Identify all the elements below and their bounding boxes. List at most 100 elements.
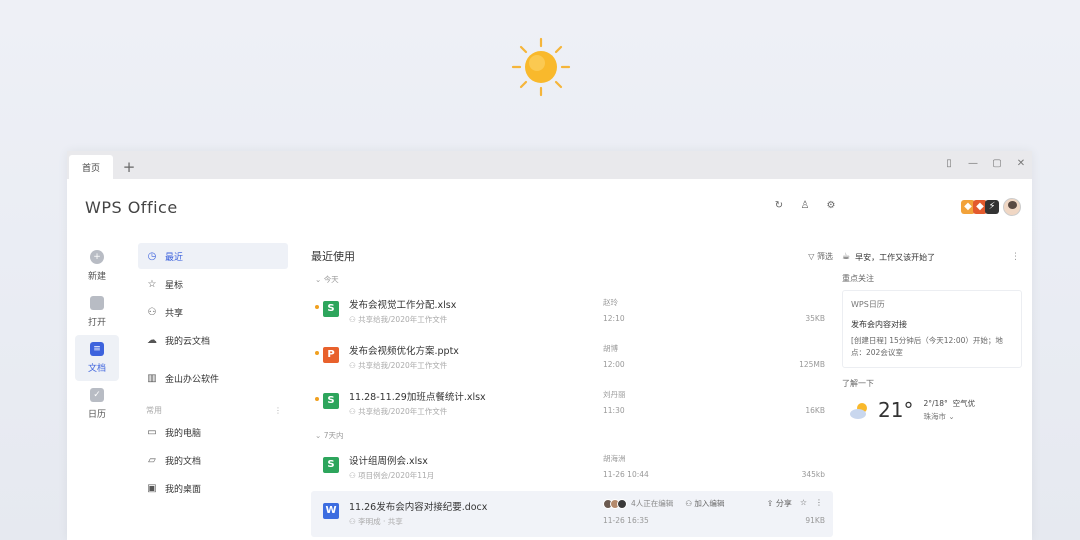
file-path: ⚇ 共享给我/2020年工作文件 bbox=[349, 360, 447, 371]
add-tab-button[interactable]: + bbox=[117, 155, 141, 179]
group-header-today[interactable]: ⌄ 今天 bbox=[311, 271, 833, 289]
file-time: 12:00 bbox=[603, 360, 625, 369]
star-icon[interactable]: ☆ bbox=[800, 498, 807, 509]
subnav-cloud[interactable]: ☁ 我的云文档 bbox=[138, 327, 288, 353]
subnav-my-computer[interactable]: ▭ 我的电脑 bbox=[138, 419, 288, 445]
share-icon: ⚇ bbox=[349, 517, 356, 526]
filter-button[interactable]: ▽ 筛选 bbox=[808, 243, 833, 271]
sidebar-toggle-icon[interactable]: ▯ bbox=[944, 156, 954, 172]
subnav-label: 最近 bbox=[165, 252, 184, 263]
page-title-text: 最近使用 bbox=[311, 250, 355, 263]
sync-icon[interactable]: ↻ bbox=[773, 200, 785, 212]
file-size: 345kb bbox=[801, 470, 825, 479]
greeting-bar: ☕ 早安，工作又该开始了 ⋮ bbox=[842, 243, 1022, 271]
file-size: 125MB bbox=[799, 360, 825, 369]
subnav-company[interactable]: ▥ 金山办公软件 bbox=[138, 365, 288, 391]
calendar-card[interactable]: WPS日历 发布会内容对接 [创建日程] 15分钟后（今天12:00）开始；地点… bbox=[842, 290, 1022, 368]
join-edit-label: 加入编辑 bbox=[694, 499, 725, 508]
join-edit-button[interactable]: ⚇ 加入编辑 bbox=[685, 498, 724, 509]
plus-circle-icon: + bbox=[90, 250, 104, 264]
subnav-label: 我的桌面 bbox=[165, 484, 202, 495]
unread-dot bbox=[315, 397, 319, 401]
file-name: 设计组周例会.xlsx bbox=[349, 456, 428, 467]
weather-widget[interactable]: 21° 2°/18° 空气优 珠海市 ⌄ bbox=[842, 397, 1022, 423]
subnav-shared[interactable]: ⚇ 共享 bbox=[138, 299, 288, 325]
minimize-icon[interactable]: — bbox=[968, 156, 978, 172]
share-icon: ⚇ bbox=[349, 471, 356, 480]
file-path: ⚇ 共享给我/2020年工作文件 bbox=[349, 314, 447, 325]
subnav-my-documents[interactable]: ▱ 我的文档 bbox=[138, 447, 288, 473]
header-tools: ↻ ♙ ⚙ bbox=[773, 200, 837, 212]
more-icon[interactable]: ⋮ bbox=[815, 498, 823, 509]
file-size: 35KB bbox=[805, 314, 825, 323]
file-name: 发布会视频优化方案.pptx bbox=[349, 346, 459, 357]
weather-temperature: 21° bbox=[878, 398, 914, 422]
building-icon: ▥ bbox=[147, 372, 157, 384]
city-name: 珠海市 bbox=[923, 412, 946, 421]
unread-dot bbox=[315, 351, 319, 355]
share-icon: ⚇ bbox=[349, 315, 356, 324]
maximize-icon[interactable]: ▢ bbox=[992, 156, 1002, 172]
xlsx-file-icon: S bbox=[323, 393, 339, 409]
group-header-7days[interactable]: ⌄ 7天内 bbox=[311, 427, 833, 445]
more-icon[interactable]: ⋮ bbox=[1011, 252, 1020, 262]
file-row[interactable]: S 设计组周例会.xlsx ⚇ 项目例会/2020年11月 胡海洲 11-26 … bbox=[311, 445, 833, 491]
subnav-recent[interactable]: ◷ 最近 bbox=[138, 243, 288, 269]
file-row[interactable]: W 11.26发布会内容对接纪要.docx ⚇ 李明成 · 共享 4人正在编辑 … bbox=[311, 491, 833, 537]
share-button[interactable]: ⇪ 分享 bbox=[767, 498, 792, 509]
user-badges: ◆ ◆ ⚡ bbox=[961, 198, 1021, 216]
window-controls: ▯ — ▢ ✕ bbox=[944, 156, 1026, 172]
chevron-down-icon: ⌄ bbox=[315, 431, 322, 440]
file-row[interactable]: S 发布会视觉工作分配.xlsx ⚇ 共享给我/2020年工作文件 赵玲 12:… bbox=[311, 289, 833, 335]
nav-new[interactable]: + 新建 bbox=[75, 243, 119, 289]
file-time: 11-26 10:44 bbox=[603, 470, 649, 479]
monitor-icon: ▭ bbox=[147, 426, 157, 438]
file-time: 12:10 bbox=[603, 314, 625, 323]
more-icon[interactable]: ⋮ bbox=[274, 403, 282, 419]
gear-icon[interactable]: ⚙ bbox=[825, 200, 837, 212]
nav-documents[interactable]: ≡ 文档 bbox=[75, 335, 119, 381]
collaborator-avatar bbox=[617, 498, 627, 509]
close-icon[interactable]: ✕ bbox=[1016, 156, 1026, 172]
skin-icon[interactable]: ♙ bbox=[799, 200, 811, 212]
clock-icon: ◷ bbox=[147, 250, 157, 262]
file-name: 11.26发布会内容对接纪要.docx bbox=[349, 502, 488, 513]
file-row[interactable]: S 11.28-11.29加班点餐统计.xlsx ⚇ 共享给我/2020年工作文… bbox=[311, 381, 833, 427]
chevron-down-icon: ⌄ bbox=[315, 275, 322, 284]
group-label: 今天 bbox=[323, 275, 339, 284]
secondary-nav: ◷ 最近 ☆ 星标 ⚇ 共享 ☁ 我的云文档 ▥ 金山办公软件 常用 ⋮ ▭ 我的电脑 ▱ 我的… bbox=[138, 243, 288, 503]
folder-icon bbox=[90, 296, 104, 310]
file-size: 91KB bbox=[805, 516, 825, 525]
user-avatar[interactable] bbox=[1003, 198, 1021, 216]
lightning-badge-icon[interactable]: ⚡ bbox=[985, 200, 999, 214]
file-owner: 胡海洲 bbox=[603, 454, 626, 463]
page-title: 最近使用 ▽ 筛选 bbox=[311, 243, 833, 271]
wps-window: 首页 + ▯ — ▢ ✕ WPS Office ↻ ♙ ⚙ ◆ ◆ ⚡ + 新建 … bbox=[67, 151, 1032, 540]
file-path-text: 共享给我/2020年工作文件 bbox=[358, 315, 448, 324]
section-label: 常用 bbox=[146, 406, 162, 415]
row-actions: ⇪ 分享 ☆ ⋮ bbox=[767, 498, 823, 509]
common-section-header: 常用 ⋮ bbox=[138, 403, 288, 419]
tab-home[interactable]: 首页 bbox=[69, 155, 113, 179]
unread-dot bbox=[315, 305, 319, 309]
file-row[interactable]: P 发布会视频优化方案.pptx ⚇ 共享给我/2020年工作文件 胡博 12:… bbox=[311, 335, 833, 381]
file-path: ⚇ 李明成 · 共享 bbox=[349, 516, 403, 527]
cloud-icon: ☁ bbox=[147, 334, 157, 346]
temp-range: 2°/18° bbox=[923, 399, 948, 408]
file-size: 16KB bbox=[805, 406, 825, 415]
card-source: WPS日历 bbox=[851, 300, 885, 309]
nav-label: 日历 bbox=[87, 410, 106, 420]
share-icon: ⚇ bbox=[147, 306, 157, 318]
subnav-starred[interactable]: ☆ 星标 bbox=[138, 271, 288, 297]
city-selector[interactable]: 珠海市 ⌄ bbox=[923, 410, 975, 423]
file-path-text: 共享给我/2020年工作文件 bbox=[358, 361, 448, 370]
subnav-label: 我的电脑 bbox=[165, 428, 202, 439]
file-owner: 胡博 bbox=[603, 344, 618, 353]
nav-calendar[interactable]: ✓ 日历 bbox=[75, 381, 119, 427]
tab-bar: 首页 + ▯ — ▢ ✕ bbox=[67, 151, 1032, 179]
docx-file-icon: W bbox=[323, 503, 339, 519]
sun-illustration bbox=[511, 37, 571, 97]
subnav-my-desktop[interactable]: ▣ 我的桌面 bbox=[138, 475, 288, 501]
nav-open[interactable]: 打开 bbox=[75, 289, 119, 335]
file-time: 11-26 16:35 bbox=[603, 516, 649, 525]
